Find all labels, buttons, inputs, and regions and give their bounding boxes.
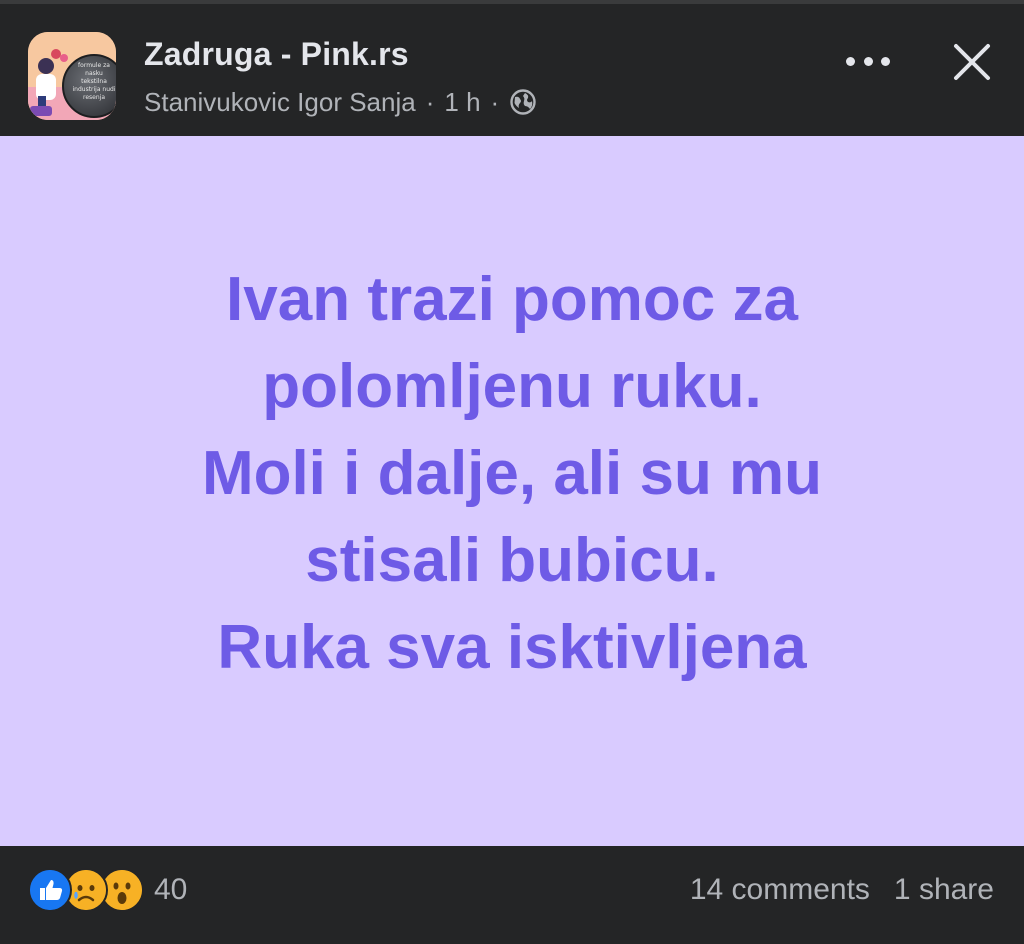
more-dot	[846, 56, 855, 66]
post-text-line: stisali bubicu.	[305, 525, 719, 595]
more-dot	[881, 56, 890, 66]
more-horizontal-icon[interactable]	[846, 44, 890, 78]
close-icon[interactable]	[948, 38, 996, 86]
page-avatar[interactable]: formule za nasku tekstilna industrija nu…	[28, 32, 116, 120]
post-background[interactable]: Ivan trazi pomoc za polomljenu ruku. Mol…	[0, 136, 1024, 846]
post-text-line: Moli i dalje, ali su mu	[201, 438, 823, 508]
post-footer: 40 14 comments 1 share	[0, 846, 1024, 944]
post-viewer: formule za nasku tekstilna industrija nu…	[0, 0, 1024, 944]
post-text-line: Ruka sva isktivljena	[217, 612, 807, 682]
reactions-summary[interactable]: 40	[28, 868, 187, 912]
reaction-count: 40	[154, 873, 188, 906]
globe-icon[interactable]	[509, 88, 537, 116]
engagement-stats: 14 comments 1 share	[690, 870, 994, 910]
comments-count[interactable]: 14 comments	[690, 873, 870, 907]
post-header: formule za nasku tekstilna industrija nu…	[0, 4, 1024, 135]
like-icon	[28, 868, 72, 912]
avatar-text: formule za nasku tekstilna industrija nu…	[72, 62, 116, 101]
author-name[interactable]: Stanivukovic Igor Sanja	[144, 87, 416, 118]
post-text-line: polomljenu ruku.	[262, 351, 762, 421]
post-text: Ivan trazi pomoc za polomljenu ruku. Mol…	[82, 256, 942, 691]
post-text-line: Ivan trazi pomoc za	[226, 264, 798, 334]
more-dot	[863, 56, 873, 66]
shares-count[interactable]: 1 share	[894, 873, 994, 907]
meta-separator: ·	[425, 86, 435, 117]
meta-separator: ·	[490, 86, 500, 117]
page-title[interactable]: Zadruga - Pink.rs	[144, 36, 409, 73]
post-meta: Stanivukovic Igor Sanja · 1 h ·	[144, 84, 537, 120]
post-time[interactable]: 1 h	[444, 87, 480, 118]
